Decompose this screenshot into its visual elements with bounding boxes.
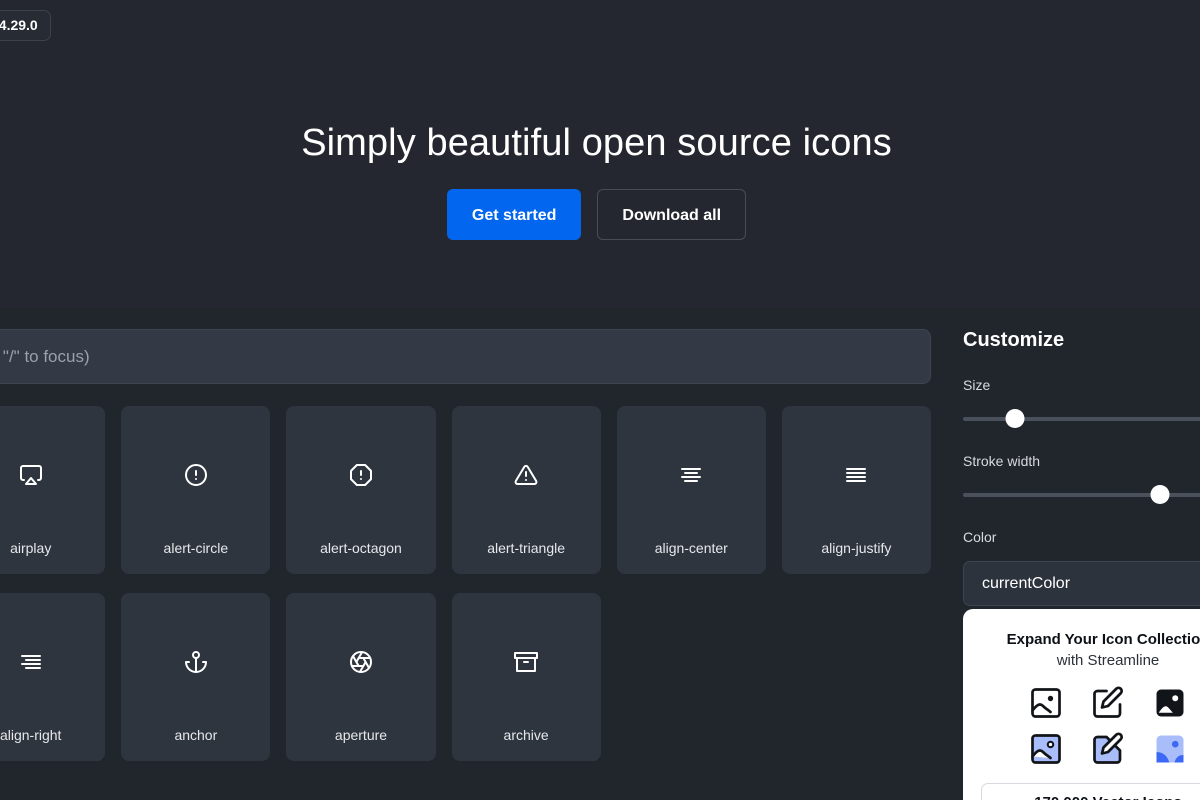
icon-card[interactable]: anchor [121, 593, 271, 761]
stroke-width-slider[interactable] [963, 485, 1200, 505]
page-title: Simply beautiful open source icons [301, 122, 892, 164]
size-slider[interactable] [963, 409, 1200, 429]
version-badge[interactable]: v4.29.0 [0, 10, 51, 41]
icon-card[interactable]: align-right [0, 593, 106, 761]
icon-card-label: aperture [334, 727, 388, 743]
search-input[interactable] [0, 330, 930, 383]
icon-card[interactable]: airplay [0, 406, 106, 574]
icon-card-label: alert-octagon [320, 540, 402, 556]
stroke-width-label: Stroke width [963, 453, 1041, 469]
download-all-button[interactable]: Download all [597, 189, 747, 240]
image-outline-icon [1028, 685, 1064, 721]
align-center-icon [679, 463, 703, 487]
streamline-promo-card[interactable]: Expand Your Icon Collection with Streaml… [963, 609, 1200, 800]
icon-card-label: alert-circle [163, 540, 229, 556]
alert-circle-icon [184, 463, 208, 487]
customize-panel: Customize Size Stroke width Color [963, 329, 1200, 606]
icon-card[interactable]: align-center [616, 406, 766, 574]
icon-card-label: airplay [10, 540, 52, 556]
airplay-icon [19, 463, 43, 487]
promo-cta-button[interactable]: 170,000 Vector Icons [981, 782, 1200, 800]
stroke-width-slider-thumb[interactable] [1150, 485, 1170, 504]
anchor-icon [184, 650, 208, 674]
icon-card[interactable]: alert-octagon [286, 406, 436, 574]
color-input[interactable] [963, 561, 1200, 606]
customize-heading: Customize [963, 329, 1065, 351]
size-slider-track [963, 417, 1200, 421]
size-slider-thumb[interactable] [1005, 409, 1025, 428]
align-justify-icon [844, 463, 868, 487]
promo-title: Expand Your Icon Collection [1006, 631, 1200, 648]
icon-card-label: alert-triangle [487, 540, 566, 556]
promo-subtitle: with Streamline [1056, 651, 1160, 669]
aperture-icon [349, 650, 373, 674]
archive-icon [514, 650, 539, 674]
icon-card[interactable]: alert-triangle [451, 406, 601, 574]
image-blue-solid-icon [1152, 731, 1188, 767]
image-solid-icon [1152, 685, 1188, 721]
icon-card[interactable]: align-justify [781, 406, 931, 574]
icon-card-label: anchor [174, 727, 218, 743]
search-bar[interactable] [0, 329, 931, 384]
icon-card-label: align-center [654, 540, 728, 556]
color-label: Color [963, 529, 997, 545]
hero-section: Simply beautiful open source icons Get s… [0, 0, 1200, 308]
icon-card-label: align-right [0, 727, 62, 743]
icon-card[interactable]: alert-circle [121, 406, 271, 574]
hero-actions: Get started Download all [0, 189, 1193, 240]
alert-octagon-icon [349, 463, 373, 487]
icon-card-label: align-justify [821, 540, 892, 556]
icon-card[interactable]: aperture [286, 593, 436, 761]
page-root: Simply beautiful open source icons Get s… [0, 0, 1200, 800]
icon-grid: align-justify airplay alert-circle alert-oc… [0, 406, 931, 761]
image-filled-light-icon [1028, 731, 1064, 767]
alert-triangle-icon [514, 463, 538, 487]
size-label: Size [963, 377, 991, 393]
edit-square-outline-icon [1090, 685, 1126, 721]
align-right-icon [19, 650, 43, 674]
edit-square-filled-light-icon [1090, 731, 1126, 767]
icon-card-label: archive [503, 727, 549, 743]
icon-card[interactable]: archive [451, 593, 601, 761]
get-started-button[interactable]: Get started [446, 189, 582, 240]
promo-icon-grid [1019, 685, 1197, 767]
